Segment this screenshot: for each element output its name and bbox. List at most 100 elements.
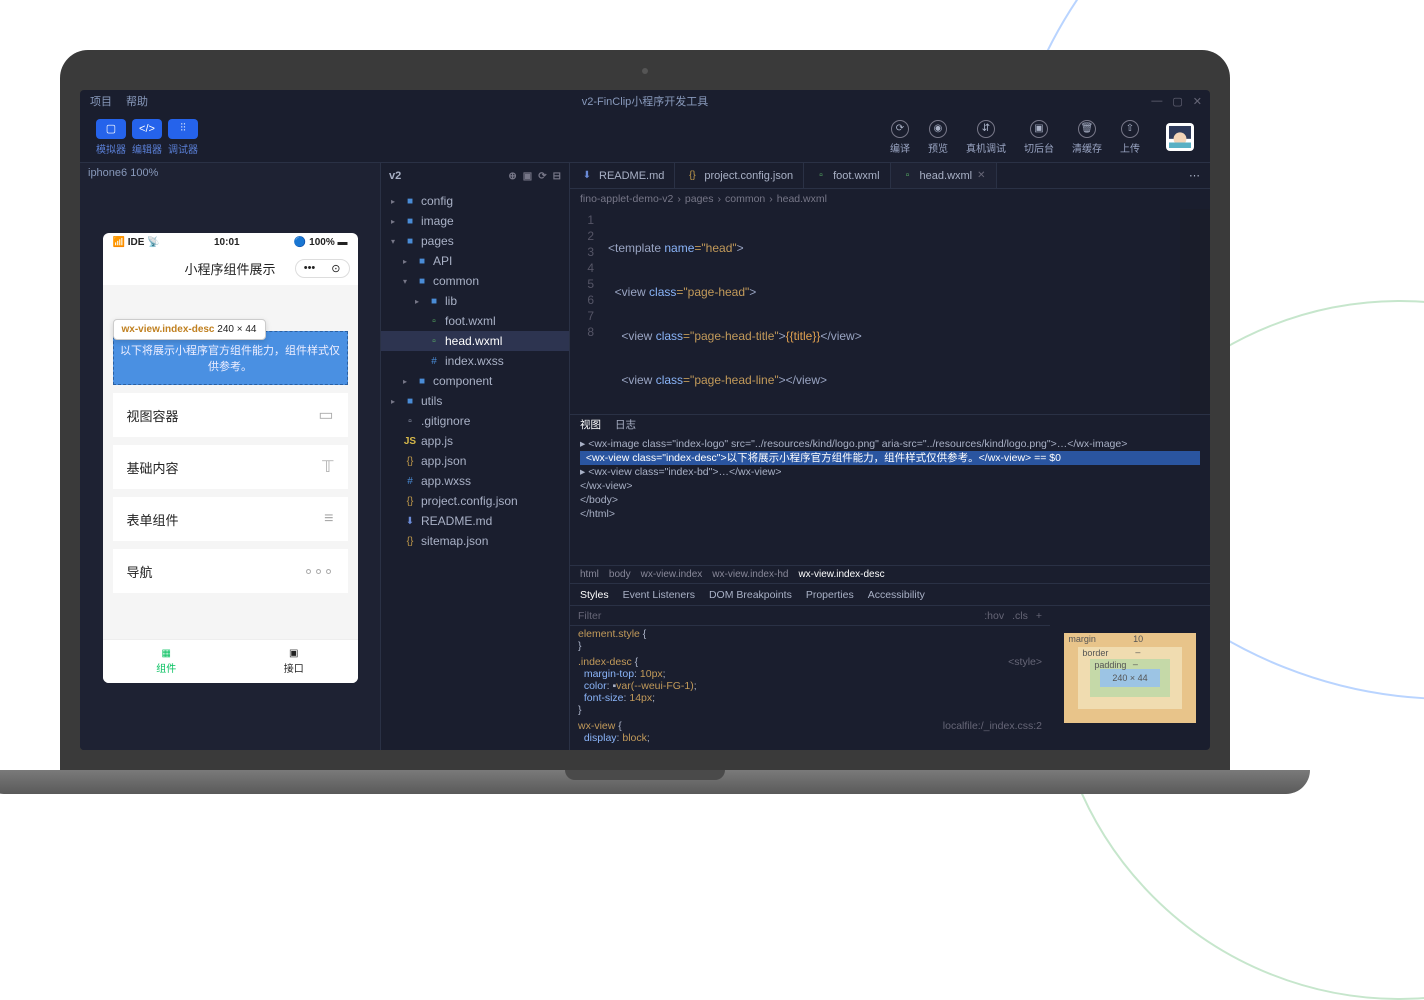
- tree-item[interactable]: ▸■image: [381, 211, 569, 231]
- dom-tree[interactable]: ▸ <wx-image class="index-logo" src="../r…: [570, 435, 1210, 565]
- tree-item[interactable]: ▸■lib: [381, 291, 569, 311]
- compile-button[interactable]: ⟳编译: [890, 120, 910, 155]
- devtools-tab-log[interactable]: 日志: [615, 415, 636, 435]
- window-title: v2-FinClip小程序开发工具: [582, 93, 709, 109]
- text-icon: 𝕋: [322, 457, 333, 477]
- toolbar: ▢ 模拟器 </> 编辑器 ⫶⫶ 调试器 ⟳编译 ◉预览 ⇵真机调试: [80, 112, 1210, 162]
- tree-item[interactable]: {}project.config.json: [381, 491, 569, 511]
- chip-icon: ▣: [289, 648, 298, 659]
- list-item[interactable]: 表单组件≡: [113, 497, 348, 541]
- trash-icon: 🗑: [1078, 120, 1096, 138]
- styles-filter-input[interactable]: Filter: [578, 610, 601, 622]
- page-title: 小程序组件展示: [184, 259, 275, 278]
- tree-item[interactable]: #app.wxss: [381, 471, 569, 491]
- simulator-device-label: iphone6 100%: [80, 163, 380, 183]
- tree-item[interactable]: #index.wxss: [381, 351, 569, 371]
- preview-button[interactable]: ◉预览: [928, 120, 948, 155]
- new-folder-icon[interactable]: ▣: [523, 171, 532, 182]
- phone-navbar: 小程序组件展示 ••• ⊙: [103, 251, 358, 285]
- editor-tab[interactable]: {}project.config.json: [675, 163, 804, 188]
- window-max-icon[interactable]: ▢: [1172, 95, 1182, 108]
- mode-simulator-button[interactable]: ▢ 模拟器: [96, 119, 126, 156]
- inspector-tooltip: wx-view.index-desc 240 × 44: [113, 319, 266, 340]
- remote-icon: ⇵: [977, 120, 995, 138]
- editor-tab[interactable]: ▫foot.wxml: [804, 163, 890, 188]
- user-avatar-icon: [1169, 126, 1191, 148]
- tree-item[interactable]: ▸■config: [381, 191, 569, 211]
- hov-toggle[interactable]: :hov: [984, 610, 1004, 622]
- minimap[interactable]: [1180, 209, 1210, 414]
- mode-editor-button[interactable]: </> 编辑器: [132, 119, 162, 156]
- tree-item[interactable]: ▸■component: [381, 371, 569, 391]
- collapse-all-icon[interactable]: ⊟: [553, 171, 561, 182]
- editor-tabs: ⬇README.md{}project.config.json▫foot.wxm…: [570, 163, 1210, 189]
- eye-icon: ◉: [929, 120, 947, 138]
- capsule-button[interactable]: ••• ⊙: [295, 259, 350, 278]
- list-item[interactable]: 导航∘∘∘: [113, 549, 348, 593]
- content-size: 240 × 44: [1100, 669, 1159, 687]
- editor-tab[interactable]: ▫head.wxml✕: [891, 163, 997, 188]
- refresh-icon: ⟳: [891, 120, 909, 138]
- tab-accessibility[interactable]: Accessibility: [868, 589, 925, 601]
- tab-properties[interactable]: Properties: [806, 589, 854, 601]
- tab-event-listeners[interactable]: Event Listeners: [623, 589, 695, 601]
- tree-item[interactable]: {}app.json: [381, 451, 569, 471]
- box-model: margin10 border– padding– 240 × 44: [1050, 606, 1210, 750]
- tab-api[interactable]: ▣接口: [230, 640, 358, 683]
- status-signal: 📶 IDE 📡: [113, 237, 160, 248]
- remote-debug-button[interactable]: ⇵真机调试: [966, 120, 1006, 155]
- capsule-more-icon[interactable]: •••: [296, 260, 324, 277]
- simulator-panel: iphone6 100% 📶 IDE 📡 10:01 🔵 100% ▬ 小程序组…: [80, 163, 380, 750]
- more-tabs-button[interactable]: ⋯: [1179, 163, 1210, 188]
- capsule-close-icon[interactable]: ⊙: [323, 260, 348, 277]
- avatar[interactable]: [1166, 123, 1194, 151]
- refresh-tree-icon[interactable]: ⟳: [538, 171, 546, 182]
- close-tab-icon[interactable]: ✕: [977, 170, 985, 181]
- background-button[interactable]: ▣切后台: [1024, 120, 1054, 155]
- webcam-dot: [642, 68, 648, 74]
- mode-debugger-button[interactable]: ⫶⫶ 调试器: [168, 119, 198, 156]
- tree-item[interactable]: ▸■utils: [381, 391, 569, 411]
- editor-tab[interactable]: ⬇README.md: [570, 163, 675, 188]
- window-close-icon[interactable]: ✕: [1193, 95, 1202, 108]
- project-root[interactable]: v2: [389, 170, 401, 182]
- status-battery: 🔵 100% ▬: [294, 237, 348, 248]
- tree-item[interactable]: ▾■common: [381, 271, 569, 291]
- code-editor[interactable]: 12345678 <template name="head"> <view cl…: [570, 209, 1210, 414]
- upload-button[interactable]: ⇧上传: [1120, 120, 1140, 155]
- new-rule-button[interactable]: +: [1036, 610, 1042, 622]
- form-icon: ≡: [324, 510, 333, 528]
- tree-item[interactable]: ▸■API: [381, 251, 569, 271]
- phone-tabbar: ▦组件 ▣接口: [103, 639, 358, 683]
- breadcrumb-chain: html body wx-view.index wx-view.index-hd…: [570, 565, 1210, 583]
- file-tree-panel: v2 ⊕ ▣ ⟳ ⊟ ▸■config▸■image▾■pages▸■API▾■…: [380, 163, 570, 750]
- status-time: 10:01: [214, 237, 240, 248]
- list-item[interactable]: 基础内容𝕋: [113, 445, 348, 489]
- background-icon: ▣: [1030, 120, 1048, 138]
- menubar: 项目 帮助 v2-FinClip小程序开发工具 — ▢ ✕: [80, 90, 1210, 112]
- css-rules[interactable]: element.style {} .index-desc {<style> ma…: [570, 626, 1050, 750]
- container-icon: ▭: [318, 405, 333, 425]
- tree-item[interactable]: ▫.gitignore: [381, 411, 569, 431]
- list-item[interactable]: 视图容器▭: [113, 393, 348, 437]
- tab-dom-breakpoints[interactable]: DOM Breakpoints: [709, 589, 792, 601]
- tree-item[interactable]: {}sitemap.json: [381, 531, 569, 551]
- devtools-tab-wxml[interactable]: 视图: [580, 415, 601, 435]
- window-min-icon[interactable]: —: [1151, 95, 1162, 108]
- tab-component[interactable]: ▦组件: [103, 640, 231, 683]
- new-file-icon[interactable]: ⊕: [508, 171, 516, 182]
- tab-styles[interactable]: Styles: [580, 589, 609, 601]
- breadcrumb: fino-applet-demo-v2› pages› common› head…: [570, 189, 1210, 209]
- inspector-size: 240 × 44: [217, 324, 256, 335]
- debug-icon: ⫶⫶: [168, 119, 198, 139]
- tree-item[interactable]: ⬇README.md: [381, 511, 569, 531]
- devtools-panel: 视图 日志 ▸ <wx-image class="index-logo" src…: [570, 414, 1210, 750]
- tree-item[interactable]: JSapp.js: [381, 431, 569, 451]
- menu-project[interactable]: 项目: [90, 93, 112, 109]
- tree-item[interactable]: ▫foot.wxml: [381, 311, 569, 331]
- menu-help[interactable]: 帮助: [126, 93, 148, 109]
- cls-toggle[interactable]: .cls: [1012, 610, 1028, 622]
- tree-item[interactable]: ▾■pages: [381, 231, 569, 251]
- clear-cache-button[interactable]: 🗑清缓存: [1072, 120, 1102, 155]
- tree-item[interactable]: ▫head.wxml: [381, 331, 569, 351]
